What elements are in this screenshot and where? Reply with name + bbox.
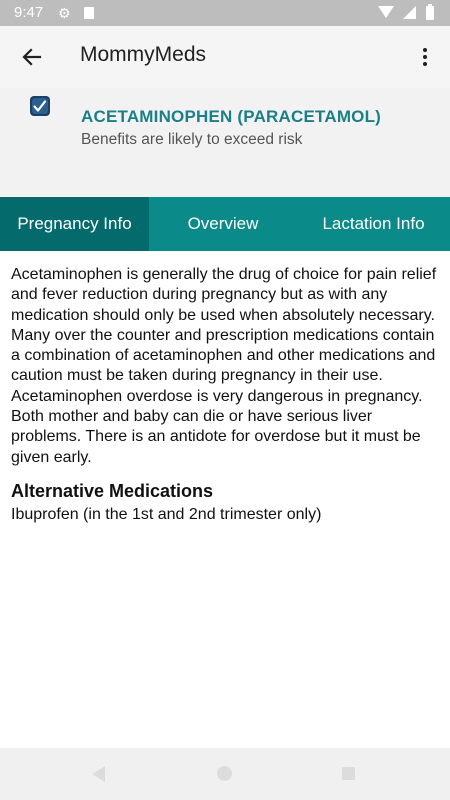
tab-lactation-info[interactable]: Lactation Info xyxy=(297,197,450,251)
app-title: MommyMeds xyxy=(80,43,207,66)
nav-back-icon[interactable] xyxy=(92,766,105,782)
battery-icon xyxy=(426,4,434,20)
arrow-left-icon xyxy=(22,48,42,66)
pregnancy-info-text: Acetaminophen is generally the drug of c… xyxy=(11,266,437,466)
app-bar: MommyMeds xyxy=(0,26,450,88)
tab-overview[interactable]: Overview xyxy=(149,197,297,251)
nav-home-icon[interactable] xyxy=(217,766,232,781)
wifi-icon xyxy=(378,6,394,18)
status-time: 9:47 xyxy=(14,4,44,21)
dot-icon xyxy=(423,48,427,52)
overflow-menu-button[interactable] xyxy=(410,41,440,73)
dot-icon xyxy=(423,55,427,59)
system-nav-bar xyxy=(0,748,450,800)
tab-pregnancy-info[interactable]: Pregnancy Info xyxy=(0,197,149,251)
pregnancy-info-content: Acetaminophen is generally the drug of c… xyxy=(11,265,439,524)
drug-name: ACETAMINOPHEN (PARACETAMOL) xyxy=(81,107,382,126)
alternatives-text: Ibuprofen (in the 1st and 2nd trimester … xyxy=(11,505,322,523)
drug-header: ACETAMINOPHEN (PARACETAMOL) Benefits are… xyxy=(0,88,450,197)
status-bar: 9:47 ⚙ xyxy=(0,0,450,26)
drug-risk-summary: Benefits are likely to exceed risk xyxy=(81,131,303,148)
sd-card-icon xyxy=(84,7,94,19)
back-button[interactable] xyxy=(14,39,50,75)
signal-icon xyxy=(403,6,416,19)
dot-icon xyxy=(423,62,427,66)
alternatives-heading: Alternative Medications xyxy=(11,480,214,501)
tab-bar: Pregnancy Info Overview Lactation Info xyxy=(0,197,450,251)
settings-icon: ⚙ xyxy=(58,5,71,21)
nav-recents-icon[interactable] xyxy=(342,767,355,780)
checkmark-badge-icon xyxy=(30,96,50,116)
